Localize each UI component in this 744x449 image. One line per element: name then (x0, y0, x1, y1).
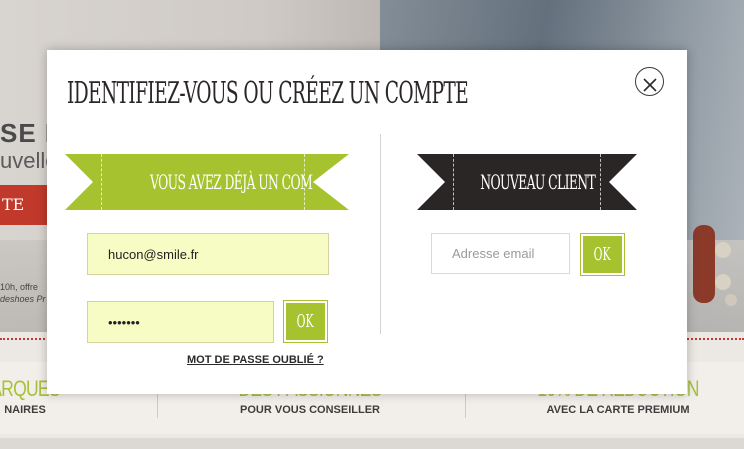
ribbon-new-client: NOUVEAU CLIENT (417, 154, 637, 210)
close-icon (642, 78, 657, 92)
forgot-password-link[interactable]: MOT DE PASSE OUBLIÉ ? (187, 354, 324, 366)
ribbon-new-client-label: NOUVEAU CLIENT (480, 170, 596, 194)
ribbon-existing-label: VOUS AVEZ DÉJÀ UN COMPTE (149, 170, 337, 194)
hero-button[interactable]: TE (0, 185, 50, 225)
login-ok-button[interactable]: OK (283, 300, 328, 343)
ribbon-existing-account: VOUS AVEZ DÉJÀ UN COMPTE (65, 154, 349, 210)
new-client-ok-button[interactable]: OK (580, 233, 625, 276)
close-button[interactable] (635, 67, 664, 96)
skateboard-image (693, 225, 737, 306)
column-divider (380, 134, 381, 334)
login-email-field[interactable] (87, 233, 329, 275)
password-field[interactable] (87, 301, 274, 343)
modal-title: IDENTIFIEZ-VOUS OU CRÉEZ UN COMPTE (67, 76, 469, 111)
hero-note: 10h, offre (0, 282, 38, 292)
new-client-email-field[interactable] (431, 233, 570, 274)
hero-note-2: deshoes Pr (0, 294, 46, 304)
login-modal: IDENTIFIEZ-VOUS OU CRÉEZ UN COMPTE VOUS … (47, 50, 687, 394)
